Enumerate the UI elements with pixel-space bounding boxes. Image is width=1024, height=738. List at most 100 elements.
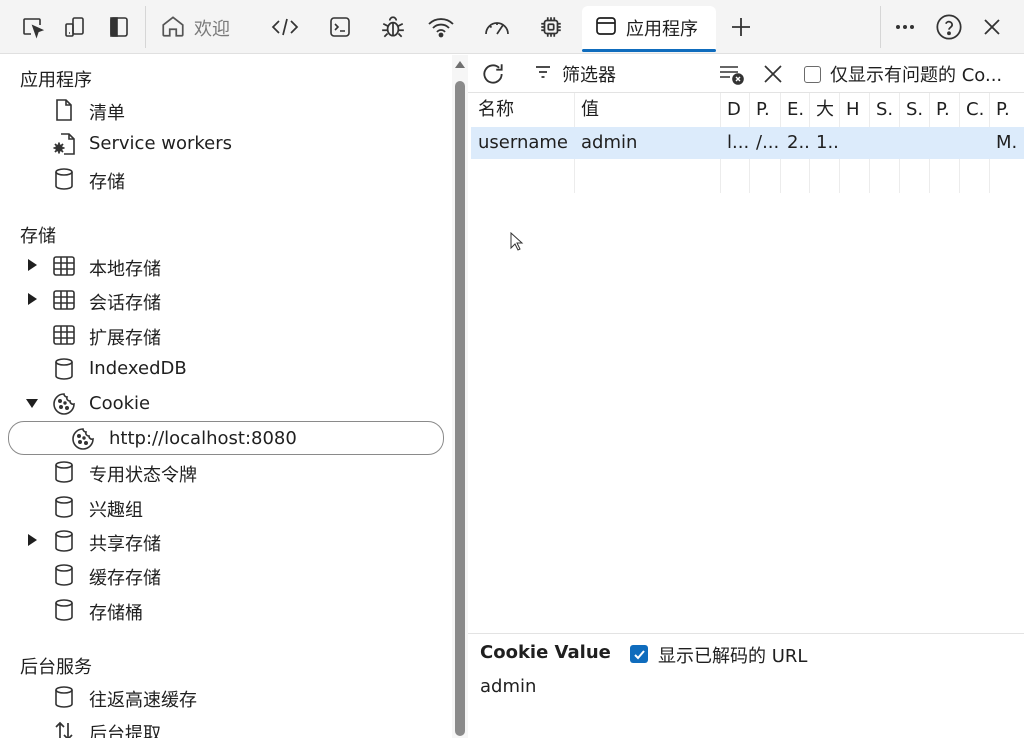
elements-tab-icon[interactable] (270, 10, 300, 44)
table-row[interactable]: username admin l... /... 2... 1... M. (471, 127, 1024, 159)
console-tab-icon[interactable] (325, 10, 355, 44)
column-header-samesite[interactable]: S. (899, 93, 929, 127)
column-header-httponly[interactable]: H (839, 93, 869, 127)
column-header-secure[interactable]: S. (869, 93, 899, 127)
cookie-toolbar: 筛选器 仅显示有问题的 Co... (468, 55, 1024, 93)
network-wifi-icon[interactable] (426, 10, 456, 44)
sidebar-item-manifest[interactable]: 清单 (0, 93, 452, 127)
performance-gauge-icon[interactable] (482, 10, 512, 44)
sidebar-item-label: http://localhost:8080 (109, 428, 297, 449)
tab-welcome[interactable]: 欢迎 (160, 6, 230, 50)
database-icon (52, 495, 76, 519)
sidebar-item-label: 存储桶 (89, 603, 143, 624)
cookie-icon (71, 427, 95, 451)
cell-expires: 2... (787, 132, 809, 153)
cell-value: admin (581, 132, 638, 153)
sidebar-item-local-storage[interactable]: 本地存储 (0, 249, 452, 283)
table-icon (52, 254, 76, 278)
scroll-up-arrow-icon[interactable] (455, 61, 465, 68)
sidebar-item-cache-storage[interactable]: 缓存存储 (0, 558, 452, 592)
inspect-element-icon[interactable] (18, 10, 48, 44)
tab-welcome-label: 欢迎 (194, 19, 230, 40)
debug-bug-icon[interactable] (378, 10, 408, 44)
only-issues-checkbox-wrap[interactable]: 仅显示有问题的 Co... (804, 60, 1002, 88)
sidebar-item-label: Service workers (89, 133, 233, 154)
only-issues-checkbox[interactable] (804, 65, 821, 83)
column-header-partition-key[interactable]: P. (929, 93, 959, 127)
only-issues-label: 仅显示有问题的 Co... (830, 65, 1003, 86)
delete-selected-icon[interactable] (762, 60, 784, 88)
sidebar-item-label: 后台提取 (89, 724, 161, 738)
tab-application-label: 应用程序 (626, 19, 698, 40)
table-header: 名称 值 D P. E. 大 H S. S. P. C. P. (471, 93, 1024, 127)
sidebar-item-extension-storage[interactable]: 扩展存储 (0, 318, 452, 352)
home-icon (160, 13, 186, 44)
show-decoded-url-checkbox[interactable] (630, 645, 648, 663)
sidebar-item-label: 专用状态令牌 (89, 465, 197, 486)
scrollbar-thumb[interactable] (455, 81, 465, 736)
clear-all-cookies-icon[interactable] (718, 60, 746, 88)
sidebar-item-label: 往返高速缓存 (89, 690, 197, 711)
sidebar-item-storage[interactable]: 存储 (0, 162, 452, 196)
sidebar-item-label: 兴趣组 (89, 500, 143, 521)
cookie-value-title: Cookie Value (480, 642, 611, 663)
column-header-expires[interactable]: E. (780, 93, 809, 127)
dock-side-icon[interactable] (104, 10, 134, 44)
more-options-icon[interactable] (890, 10, 920, 44)
sidebar-item-label: IndexedDB (89, 358, 187, 379)
database-icon (52, 460, 76, 484)
cell-partition-key (929, 127, 959, 159)
column-header-value[interactable]: 值 (574, 93, 720, 127)
tab-bar-divider (880, 6, 881, 48)
database-icon (52, 529, 76, 553)
expand-arrow-icon[interactable] (26, 291, 38, 307)
add-tab-icon[interactable] (726, 10, 756, 44)
cookie-table: 名称 值 D P. E. 大 H S. S. P. C. P. username… (471, 93, 1024, 633)
application-sidebar: 应用程序 清单 Service workers 存储 存储 本地存储 会话存储 … (0, 55, 452, 738)
sidebar-item-indexeddb[interactable]: IndexedDB (0, 352, 452, 386)
expand-arrow-icon[interactable] (26, 532, 38, 548)
column-header-name[interactable]: 名称 (471, 93, 574, 127)
column-header-size[interactable]: 大 (809, 93, 839, 127)
sidebar-item-interest-groups[interactable]: 兴趣组 (0, 490, 452, 524)
cell-size: 1... (816, 132, 839, 153)
column-header-domain[interactable]: D (720, 93, 749, 127)
show-decoded-url-label: 显示已解码的 URL (658, 646, 808, 667)
close-devtools-icon[interactable] (977, 10, 1007, 44)
sidebar-item-label: 清单 (89, 103, 125, 124)
section-storage: 存储 (20, 226, 56, 247)
cell-secure (869, 127, 899, 159)
sidebar-item-shared-storage[interactable]: 共享存储 (0, 524, 452, 558)
column-header-cross-site[interactable]: C. (959, 93, 989, 127)
sidebar-item-back-forward-cache[interactable]: 往返高速缓存 (0, 680, 452, 714)
database-icon (52, 357, 76, 381)
sidebar-item-storage-buckets[interactable]: 存储桶 (0, 593, 452, 627)
cookie-value-text: admin (480, 676, 537, 697)
mouse-cursor-icon (510, 231, 524, 257)
table-icon (52, 288, 76, 312)
refresh-icon[interactable] (480, 60, 506, 88)
collapse-arrow-icon[interactable] (26, 395, 38, 411)
background-fetch-icon (52, 719, 76, 738)
column-header-priority[interactable]: P. (989, 93, 1024, 127)
sidebar-item-background-fetch[interactable]: 后台提取 (0, 714, 452, 738)
sidebar-item-label: Cookie (89, 393, 151, 414)
column-header-path[interactable]: P. (749, 93, 780, 127)
section-background-services: 后台服务 (20, 657, 92, 678)
expand-arrow-icon[interactable] (26, 257, 38, 273)
tab-application[interactable]: 应用程序 (582, 6, 716, 52)
filter-control[interactable]: 筛选器 (534, 60, 616, 88)
section-application: 应用程序 (20, 70, 92, 91)
device-emulation-icon[interactable] (60, 10, 90, 44)
memory-chip-icon[interactable] (536, 10, 566, 44)
sidebar-scrollbar[interactable] (452, 55, 468, 738)
help-icon[interactable] (934, 10, 964, 44)
table-icon (52, 323, 76, 347)
sidebar-item-cookie[interactable]: Cookie (0, 387, 452, 421)
sidebar-item-cookie-localhost[interactable]: http://localhost:8080 (8, 421, 444, 455)
sidebar-item-service-workers[interactable]: Service workers (0, 127, 452, 161)
sidebar-item-private-state-tokens[interactable]: 专用状态令牌 (0, 455, 452, 489)
cell-httponly (839, 127, 869, 159)
sidebar-item-session-storage[interactable]: 会话存储 (0, 283, 452, 317)
sidebar-item-label: 会话存储 (89, 293, 161, 314)
